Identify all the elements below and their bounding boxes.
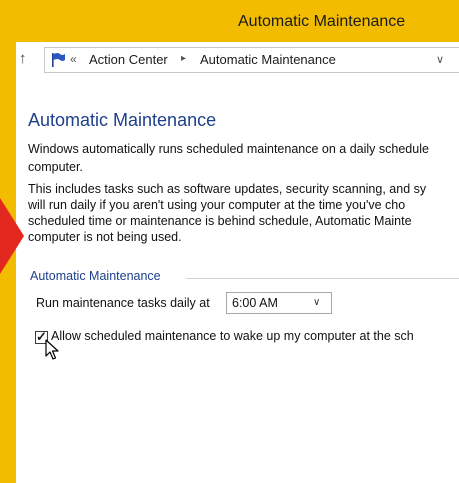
action-center-flag-icon xyxy=(52,53,65,67)
time-select[interactable]: 6:00 AM ∨ xyxy=(226,292,332,314)
description-line: computer. xyxy=(28,160,83,174)
details-text: This includes tasks such as software upd… xyxy=(28,181,459,245)
details-line: computer is not being used. xyxy=(28,230,182,244)
details-line: This includes tasks such as software upd… xyxy=(28,182,427,196)
section-label: Automatic Maintenance xyxy=(30,269,164,283)
address-bar: ↑ « Action Center ▸ Automatic Maintenanc… xyxy=(16,42,459,78)
title-bar: Automatic Maintenance xyxy=(16,0,459,42)
breadcrumb-automatic-maintenance[interactable]: Automatic Maintenance xyxy=(200,52,336,67)
breadcrumb-action-center[interactable]: Action Center xyxy=(89,52,168,67)
breadcrumb-separator-icon[interactable]: ▸ xyxy=(181,53,186,64)
chevron-down-icon: ∨ xyxy=(313,297,321,308)
wake-computer-label[interactable]: Allow scheduled maintenance to wake up m… xyxy=(51,329,414,343)
control-panel-window: Automatic Maintenance ↑ « Action Center … xyxy=(16,0,459,483)
page-title: Automatic Maintenance xyxy=(28,110,217,130)
breadcrumb-overflow[interactable]: « xyxy=(70,52,77,66)
up-arrow-icon[interactable]: ↑ xyxy=(19,50,27,67)
address-box[interactable]: « Action Center ▸ Automatic Maintenance … xyxy=(44,47,459,73)
annotation-arrow-icon xyxy=(0,198,24,274)
main-content: Automatic Maintenance Windows automatica… xyxy=(16,80,459,483)
run-time-label: Run maintenance tasks daily at xyxy=(36,296,210,310)
chevron-down-icon[interactable]: ∨ xyxy=(436,53,444,66)
description-text: Windows automatically runs scheduled mai… xyxy=(28,140,459,176)
section-divider xyxy=(186,278,459,279)
details-line: scheduled time or maintenance is behind … xyxy=(28,214,412,228)
time-select-value: 6:00 AM xyxy=(232,296,278,310)
description-line: Windows automatically runs scheduled mai… xyxy=(28,142,429,156)
window-title: Automatic Maintenance xyxy=(238,13,406,30)
mouse-pointer-icon xyxy=(45,339,59,360)
details-line: will run daily if you aren't using your … xyxy=(28,198,406,212)
